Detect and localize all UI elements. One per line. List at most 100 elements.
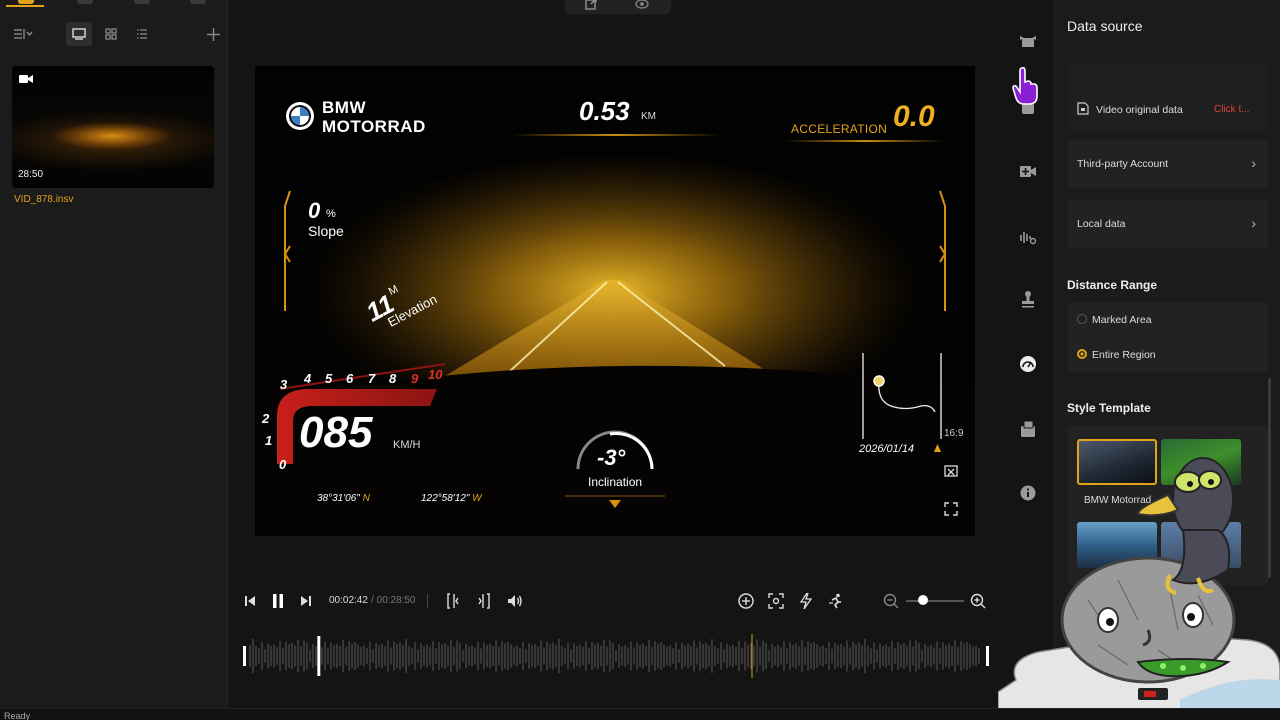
speed-value: 085: [299, 408, 373, 457]
export-icon[interactable]: [585, 0, 597, 13]
sort-menu-icon[interactable]: [10, 22, 36, 46]
player-controls: 00:02:42 / 00:28:50: [230, 585, 1010, 617]
gauge-tick-10: 10: [428, 367, 443, 382]
date-readout: 2026/01/14: [859, 443, 915, 455]
tab-camera-icon[interactable]: [134, 0, 150, 4]
zoom-in-icon[interactable]: [967, 585, 989, 617]
view-large-icon[interactable]: [66, 22, 92, 46]
radio-entire-region[interactable]: [1077, 349, 1087, 359]
view-list-icon[interactable]: [130, 22, 154, 46]
document-icon: [1077, 102, 1089, 115]
gauge-tick-0: 0: [279, 457, 287, 472]
slope-unit: %: [326, 208, 336, 220]
skip-forward-icon[interactable]: [296, 585, 316, 617]
gauge-tick-1: 1: [265, 433, 273, 448]
skip-back-icon[interactable]: [240, 585, 260, 617]
zoom-out-icon[interactable]: [880, 585, 902, 617]
status-bar: Ready: [0, 708, 1280, 720]
status-text: Ready: [4, 711, 31, 720]
audio-settings-icon[interactable]: [1017, 226, 1039, 248]
clip-filename[interactable]: VID_878.insv: [14, 194, 73, 205]
motion-icon[interactable]: [825, 585, 847, 617]
dashboard-gauge-icon[interactable]: [1017, 353, 1039, 375]
aspect-ratio-badge[interactable]: 16:9: [944, 428, 963, 439]
fullscreen-icon[interactable]: [944, 502, 958, 516]
time-total: / 00:28:50: [371, 595, 416, 606]
timeline[interactable]: [242, 634, 990, 678]
zoom-slider-track[interactable]: [906, 600, 964, 602]
trim-handle-end: [986, 646, 989, 666]
acceleration-underline: [785, 140, 945, 142]
latitude: 38°31'06" N: [317, 493, 370, 504]
row-divider: [1068, 64, 1268, 92]
inclination-value: -3°: [597, 445, 626, 470]
add-media-icon[interactable]: [202, 22, 224, 46]
distance-underline: [510, 134, 720, 136]
preview-top-tools: [565, 0, 671, 14]
clip-duration: 28:50: [18, 169, 44, 180]
speed-unit: KM/H: [393, 439, 421, 451]
video-original-data-row[interactable]: Video original data Click t...: [1068, 64, 1268, 130]
marked-area-label[interactable]: Marked Area: [1092, 314, 1152, 326]
data-source-title: Data source: [1067, 18, 1143, 34]
video-original-data-link[interactable]: Click t...: [1214, 104, 1250, 115]
acceleration-value: 0.0: [893, 100, 935, 133]
gauge-tick-6: 6: [346, 371, 354, 386]
radio-marked-area[interactable]: [1077, 314, 1087, 324]
gauge-tick-4: 4: [304, 371, 312, 386]
zoom-slider-knob[interactable]: [918, 595, 929, 605]
brand-name-line2: MOTORRAD: [322, 117, 426, 136]
latitude-direction: N: [362, 493, 370, 504]
bmw-logo-icon: [286, 102, 314, 130]
distance-range-options: Marked Area Entire Region: [1068, 302, 1268, 372]
video-effects-icon[interactable]: [1017, 31, 1039, 53]
longitude-value: 122°58'12": [421, 493, 470, 504]
trim-start-icon[interactable]: [443, 585, 465, 617]
volume-icon[interactable]: [504, 585, 526, 617]
media-panel: 28:50 VID_878.insv: [0, 0, 228, 708]
chevron-right-icon: ›: [1251, 215, 1256, 231]
active-tab-indicator: [6, 5, 44, 7]
distance-unit: KM: [641, 111, 656, 122]
hand-cursor-icon: [1012, 67, 1038, 105]
deep-track-icon[interactable]: [765, 585, 787, 617]
video-add-icon[interactable]: [1017, 160, 1039, 182]
brand-name-line1: BMW: [322, 98, 366, 117]
timeline-waveform: [243, 634, 989, 678]
pause-icon[interactable]: [268, 585, 288, 617]
flash-icon[interactable]: [795, 585, 817, 617]
tab-folder-icon[interactable]: [77, 0, 93, 4]
local-data-label: Local data: [1077, 218, 1126, 230]
gauge-tick-3: 3: [280, 377, 288, 392]
trim-end-icon[interactable]: [472, 585, 494, 617]
entire-region-label[interactable]: Entire Region: [1092, 349, 1156, 361]
pigeon-meme-sticker: [998, 457, 1280, 720]
slope-label: Slope: [308, 223, 344, 239]
latitude-value: 38°31'06": [317, 493, 360, 504]
media-toolbar: [0, 22, 228, 48]
longitude: 122°58'12" W: [421, 493, 482, 504]
timeline-playhead: [317, 636, 321, 676]
video-preview[interactable]: BMW MOTORRAD 0.53 KM ACCELERATION 0.0 0 …: [255, 66, 975, 536]
video-original-data-label: Video original data: [1096, 104, 1183, 116]
distance-range-title: Distance Range: [1067, 278, 1158, 292]
view-grid-icon[interactable]: [99, 22, 123, 46]
slope-value: 0: [308, 198, 321, 223]
local-data-row[interactable]: Local data ›: [1068, 200, 1268, 248]
video-camera-icon: [19, 75, 33, 83]
gauge-tick-9: 9: [411, 371, 419, 386]
time-current: 00:02:42: [329, 595, 368, 606]
third-party-account-row[interactable]: Third-party Account ›: [1068, 140, 1268, 188]
third-party-account-label: Third-party Account: [1077, 158, 1169, 170]
tab-project-icon[interactable]: [190, 0, 206, 4]
crop-off-icon[interactable]: [944, 464, 958, 478]
add-keyframe-icon[interactable]: [735, 585, 757, 617]
chevron-right-icon: ›: [1251, 155, 1256, 171]
tab-media-icon[interactable]: [18, 0, 34, 4]
gauge-tick-5: 5: [325, 371, 333, 386]
stamp-icon[interactable]: [1017, 288, 1039, 310]
eye-icon[interactable]: [635, 0, 649, 13]
trim-handle-start: [243, 646, 246, 666]
controls-divider: [426, 585, 428, 617]
media-clip-card[interactable]: 28:50: [12, 66, 214, 188]
